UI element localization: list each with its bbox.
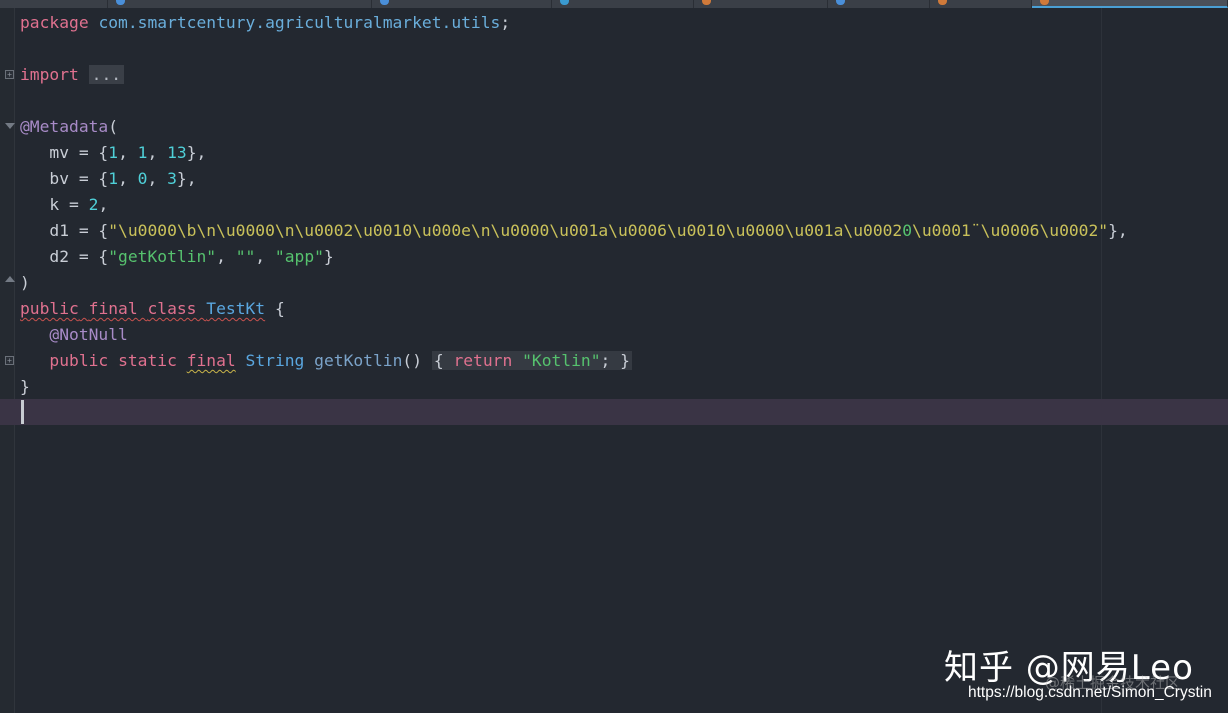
java-file-icon: [938, 0, 947, 5]
annotation: @NotNull: [49, 325, 128, 344]
class-name: TestKt: [206, 299, 266, 318]
folded-body[interactable]: { return "Kotlin"; }: [431, 351, 632, 370]
text-caret: [21, 400, 24, 424]
editor-tab-bar: [0, 0, 1228, 8]
fold-end-icon[interactable]: [5, 276, 15, 282]
string-literal: "Kotlin": [522, 351, 601, 370]
keyword: public: [20, 299, 79, 318]
keyword: public: [49, 351, 109, 370]
string-literal: "getKotlin": [108, 247, 217, 266]
editor-tab-active[interactable]: [1032, 0, 1228, 8]
paren: (: [108, 117, 119, 136]
code-line-metadata: @Metadata(: [20, 114, 1128, 140]
class-file-icon: [560, 0, 569, 5]
number: 1: [108, 143, 119, 162]
number: 2: [88, 195, 99, 214]
code-line-import: import ...: [20, 62, 1128, 88]
brace: {: [433, 351, 444, 370]
code-line-class: public final class TestKt {: [20, 296, 1128, 322]
semicolon: ;: [500, 13, 511, 32]
current-line-highlight: [0, 399, 1228, 425]
code-line-mv: mv = {1, 1, 13},: [49, 143, 207, 162]
string-literal: \u0001¨\u0006\u0002": [912, 221, 1109, 240]
kotlin-file-icon: [116, 0, 125, 5]
string-literal: "": [235, 247, 256, 266]
type-name: String: [245, 351, 305, 370]
number: 1: [137, 143, 148, 162]
keyword: final: [88, 299, 138, 318]
paren: ): [20, 273, 30, 292]
param-key: bv = {: [49, 169, 109, 188]
fold-expand-icon[interactable]: +: [5, 70, 14, 79]
keyword: class: [147, 299, 197, 318]
java-file-icon: [702, 0, 711, 5]
package-name: com.smartcentury.agriculturalmarket.util…: [98, 13, 501, 32]
annotation: @Metadata: [20, 117, 109, 136]
keyword: static: [118, 351, 177, 370]
code-line-close-paren: ): [20, 270, 1128, 296]
editor-tab-1[interactable]: [0, 0, 108, 8]
number: 3: [167, 169, 177, 188]
param-key: k =: [49, 195, 89, 214]
editor-tab-4[interactable]: [552, 0, 694, 8]
editor-gutter: + +: [0, 8, 15, 713]
code-line-k: k = 2,: [49, 195, 109, 214]
keyword: import: [20, 65, 79, 84]
brace: }: [620, 351, 630, 370]
code-line-bv: bv = {1, 0, 3},: [49, 169, 197, 188]
code-line-package: package com.smartcentury.agriculturalmar…: [20, 10, 1128, 36]
editor-tab-5[interactable]: [694, 0, 828, 8]
brace: }: [20, 377, 30, 396]
number: 13: [167, 143, 187, 162]
fold-expand-icon[interactable]: +: [5, 356, 14, 365]
kotlin-file-icon: [380, 0, 389, 5]
editor-tab-2[interactable]: [108, 0, 372, 8]
param-key: d1 = {: [49, 221, 109, 240]
keyword: package: [20, 13, 89, 32]
editor-tab-6[interactable]: [828, 0, 930, 8]
parens: (): [402, 351, 423, 370]
code-line-method: public static final String getKotlin() {…: [20, 348, 1128, 374]
editor-tab-7[interactable]: [930, 0, 1032, 8]
code-line-notnull: @NotNull: [20, 322, 1128, 348]
keyword: final: [186, 351, 236, 370]
string-literal: 0: [902, 221, 913, 240]
csdn-watermark: https://blog.csdn.net/Simon_Crystin: [968, 684, 1212, 701]
fold-collapse-icon[interactable]: [5, 123, 15, 129]
param-key: d2 = {: [49, 247, 109, 266]
keyword: return: [453, 351, 513, 370]
brace: {: [274, 299, 285, 318]
number: 1: [108, 169, 119, 188]
editor-tab-3[interactable]: [372, 0, 552, 8]
method-name: getKotlin: [314, 351, 403, 370]
string-literal: "app": [274, 247, 324, 266]
param-key: mv = {: [49, 143, 109, 162]
code-line-class-close: }: [20, 374, 1128, 400]
folded-imports[interactable]: ...: [88, 65, 125, 84]
code-line-d2: d2 = {"getKotlin", "", "app"}: [49, 247, 334, 266]
code-editor[interactable]: package com.smartcentury.agriculturalmar…: [20, 10, 1128, 400]
number: 0: [137, 169, 148, 188]
string-literal: "\u0000\b\n\u0000\n\u0002\u0010\u000e\n\…: [108, 221, 903, 240]
code-line-d1: d1 = {"\u0000\b\n\u0000\n\u0002\u0010\u0…: [49, 221, 1128, 240]
java-file-icon: [1040, 0, 1049, 5]
kotlin-file-icon: [836, 0, 845, 5]
